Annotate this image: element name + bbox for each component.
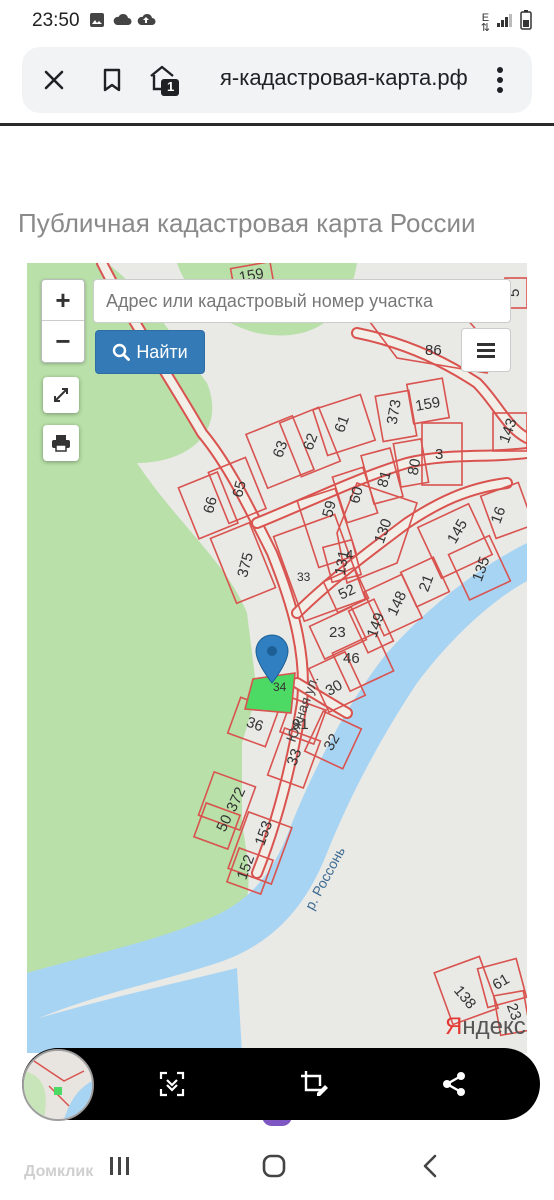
parcel-label: 138 <box>450 982 479 1012</box>
parcel-label: 375 <box>234 551 257 580</box>
parcel-label: 60 <box>346 485 367 506</box>
cloud-upload-icon <box>136 12 156 33</box>
parcel-label: 52 <box>336 581 358 603</box>
toolbar-divider <box>0 123 554 126</box>
expand-icon <box>54 388 68 402</box>
network-type-label: E <box>481 11 490 24</box>
search-icon <box>113 343 131 361</box>
parcel-label: 33 <box>297 570 311 584</box>
address-bar-url[interactable]: я-кадастровая-карта.рф <box>220 65 468 91</box>
yandex-logo-letter: Я <box>445 1013 463 1040</box>
zoom-in-button[interactable]: + <box>42 280 84 320</box>
signal-icon <box>496 12 514 33</box>
parcel-label: 62 <box>300 431 322 452</box>
capture-toolbar <box>22 1048 540 1121</box>
search-input[interactable] <box>93 279 511 323</box>
parcel-label: 80 <box>405 457 425 476</box>
print-button[interactable] <box>43 425 79 461</box>
zoom-out-button[interactable]: − <box>42 320 84 361</box>
yandex-attribution[interactable]: Яндекс <box>445 1013 526 1041</box>
recents-icon[interactable] <box>100 1148 140 1184</box>
more-vert-icon[interactable] <box>480 60 520 100</box>
parcel-label: 59 <box>319 499 340 520</box>
battery-icon <box>520 10 532 35</box>
gallery-icon <box>89 12 105 33</box>
parcel-label: 23 <box>329 624 346 641</box>
zoom-control: + − <box>41 279 85 363</box>
close-icon[interactable] <box>34 60 74 100</box>
parcel-label: 61 <box>331 413 353 434</box>
domclick-watermark: Домклик <box>24 1163 94 1180</box>
layers-menu-button[interactable] <box>461 328 511 372</box>
parcel-label: 34 <box>273 680 287 694</box>
thumbnail-image <box>24 1051 92 1119</box>
page-title: Публичная кадастровая карта России <box>18 208 476 238</box>
hamburger-icon <box>477 343 495 358</box>
parcel-label: 4 <box>346 547 353 562</box>
status-time: 23:50 <box>32 10 80 31</box>
parcel-label: 21 <box>416 572 438 593</box>
share-icon[interactable] <box>436 1066 472 1102</box>
back-icon[interactable] <box>410 1148 450 1184</box>
printer-icon <box>52 435 70 452</box>
find-button[interactable]: Найти <box>95 330 205 374</box>
parcel-label: 159 <box>414 394 442 415</box>
tab-icon[interactable]: 1 <box>144 60 184 100</box>
data-arrows-icon: E ⇅ <box>480 11 490 34</box>
parcel-label: 145 <box>444 516 471 546</box>
parcel-label: 61 <box>490 971 513 994</box>
tab-count: 1 <box>167 79 175 94</box>
crop-edit-icon[interactable] <box>296 1066 332 1102</box>
status-bar: 23:50 E ⇅ <box>0 0 554 42</box>
scroll-capture-icon[interactable] <box>154 1066 190 1102</box>
fullscreen-button[interactable] <box>43 377 79 413</box>
parcel-label: 86 <box>425 342 442 359</box>
map-canvas: 159 86 5 373 159 61 62 63 143 3 80 81 60… <box>27 263 527 1053</box>
screenshot-thumbnail[interactable] <box>22 1049 94 1121</box>
parcel-label: 148 <box>384 589 410 619</box>
home-icon[interactable] <box>254 1148 294 1184</box>
cadastral-map[interactable]: 159 86 5 373 159 61 62 63 143 3 80 81 60… <box>27 263 527 1053</box>
bookmark-icon[interactable] <box>92 60 132 100</box>
parcel-label: 46 <box>343 650 360 667</box>
parcel-label: 373 <box>384 398 405 426</box>
browser-toolbar: 1 я-кадастровая-карта.рф <box>22 47 532 113</box>
parcel-label: 63 <box>270 438 292 459</box>
parcel-label: 3 <box>435 446 443 463</box>
cloud-icon <box>112 12 132 33</box>
find-button-label: Найти <box>136 341 188 362</box>
